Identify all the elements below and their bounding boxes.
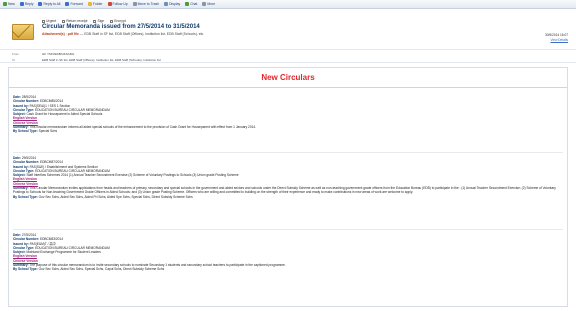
banner-title: New Circulars	[261, 73, 315, 82]
circular-entry: Date: 27/5/2014 Circular Number: EDBCM83…	[13, 233, 563, 272]
chat-button[interactable]: Chat	[185, 2, 197, 6]
entry-summary: Summary: This Circular Memorandum invite…	[13, 186, 556, 195]
reply-all-button[interactable]: Reply to All	[38, 2, 60, 6]
new-circulars-banner: New Circulars	[9, 68, 567, 88]
message-date: 30/5/2014 16:07	[544, 33, 568, 37]
return-receipt-checkbox[interactable]: Return receipt	[62, 19, 87, 23]
checkbox-icon	[93, 19, 97, 23]
display-button[interactable]: Display	[164, 2, 180, 6]
circular-entry: Date: 29/5/2014 Circular Number: EDBCM87…	[13, 156, 563, 199]
to-row: To EDB Staff in SF list, EDB Staff (Offi…	[0, 57, 576, 62]
view-details-link[interactable]: View Details	[545, 38, 568, 42]
display-icon	[164, 2, 169, 6]
from-row: From HK YMO/EDB/HKSARG	[0, 51, 576, 56]
urgent-checkbox[interactable]: Urgent	[42, 19, 56, 23]
reply-all-icon	[38, 2, 43, 6]
to-label: To	[12, 57, 16, 62]
folder-button[interactable]: Folder	[87, 2, 103, 6]
more-icon	[202, 2, 207, 6]
new-icon	[3, 2, 7, 6]
checkbox-icon	[110, 19, 114, 23]
reply-button[interactable]: Reply	[19, 2, 33, 6]
checkbox-icon	[42, 19, 45, 23]
attachment-note[interactable]: Attachment(s) · pdf file	[42, 32, 79, 36]
trash-icon	[132, 2, 137, 6]
entry-school-type: By School Type: Gov Sec Schs, Aided Sec …	[13, 194, 193, 199]
entry-divider	[13, 229, 563, 230]
message-date-block: 30/5/2014 16:07 View Details	[545, 33, 568, 42]
to-value[interactable]: EDB Staff in SF list, EDB Staff (Offices…	[42, 58, 161, 62]
entry-school-type: By School Type: Special Schs	[13, 129, 58, 134]
folder-icon	[87, 2, 92, 6]
message-header: Urgent Return receipt Sign Encrypt Circu…	[0, 9, 576, 47]
checkbox-icon	[62, 19, 66, 23]
from-summary: Attachment(s) · pdf file — EDB Staff in …	[42, 32, 205, 36]
message-flags: Urgent Return receipt Sign Encrypt	[42, 19, 132, 23]
more-button[interactable]: More	[202, 2, 215, 6]
encrypt-checkbox[interactable]: Encrypt	[110, 19, 126, 23]
follow-up-button[interactable]: Follow Up	[107, 2, 128, 6]
sign-checkbox[interactable]: Sign	[93, 19, 104, 23]
follow-up-icon	[107, 2, 112, 6]
chat-icon	[185, 2, 190, 6]
entry-school-type: By School Type: Gov Sec Schs, Aided Sec …	[13, 267, 165, 272]
from-value[interactable]: HK YMO/EDB/HKSARG	[42, 52, 74, 56]
circular-entry: Date: 28/5/2014 Circular Number: EDBCM85…	[13, 95, 563, 134]
forward-icon	[65, 2, 70, 6]
reply-icon	[19, 2, 24, 6]
message-body: New Circulars Date: 28/5/2014 Circular N…	[8, 67, 568, 307]
message-subject: Circular Memoranda issued from 27/5/2014…	[42, 24, 200, 30]
move-to-trash-button[interactable]: Move to Trash	[132, 2, 159, 6]
message-meta: From HK YMO/EDB/HKSARG To EDB Staff in S…	[0, 49, 576, 63]
recipients-summary: EDB Staff in SF list, EDB Staff (Offices…	[84, 32, 205, 36]
forward-button[interactable]: Forward	[65, 2, 83, 6]
mail-toolbar: New Reply Reply to All Forward Folder Fo…	[0, 0, 576, 9]
from-label: From	[12, 51, 19, 56]
new-button[interactable]: New	[3, 2, 15, 6]
envelope-icon	[12, 24, 34, 40]
entry-divider	[13, 152, 563, 153]
